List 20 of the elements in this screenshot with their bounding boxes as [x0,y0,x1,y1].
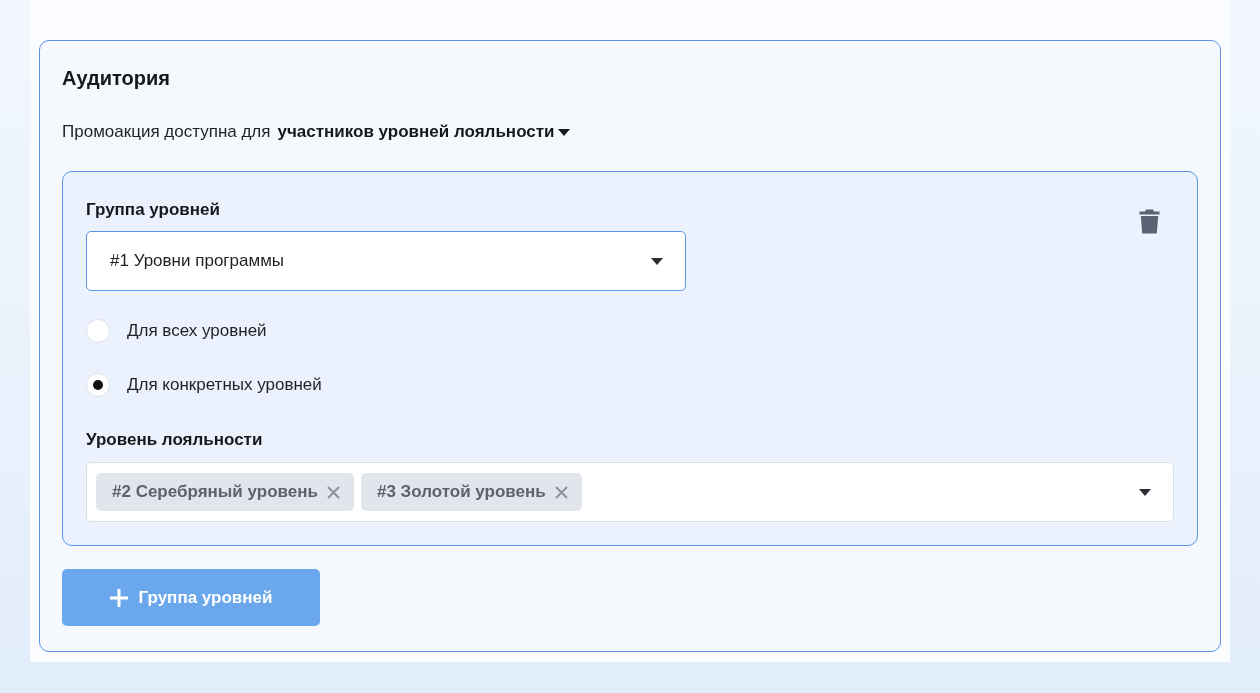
close-icon[interactable] [554,485,568,499]
section-title: Аудитория [62,66,171,91]
chip-label: #2 Серебряный уровень [112,481,318,504]
radio-button[interactable] [86,373,110,397]
close-icon[interactable] [326,485,340,499]
select-field[interactable]: #1 Уровни программы [86,231,686,291]
availability-label: Промоакция доступна для [62,121,271,143]
audience-dropdown[interactable]: участников уровней лояльности [277,120,570,144]
radio-label[interactable]: Для всех уровней [127,319,267,343]
plus-icon [109,588,128,607]
caret-icon [651,257,663,265]
caret-icon [1139,488,1151,496]
multiselect-field[interactable]: #2 Серебряный уровень #3 Золотой уровень [86,462,1174,522]
field-label: Уровень лояльности [86,429,264,451]
chip-label: #3 Золотой уровень [376,481,546,504]
caret-icon [557,128,570,136]
radio-button[interactable] [86,319,110,343]
field-label: Группа уровней [86,199,221,221]
trash-icon[interactable] [1139,209,1160,234]
radio-label[interactable]: Для конкретных уровней [127,373,322,397]
